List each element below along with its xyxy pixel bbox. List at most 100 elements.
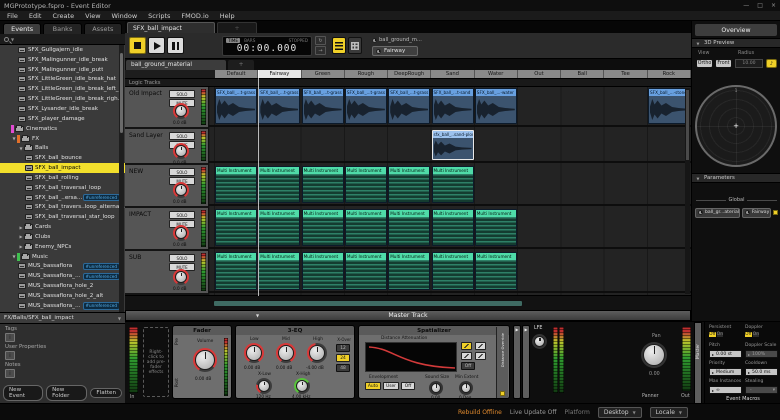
follow-icon[interactable]: → [315, 46, 326, 55]
atten-shape-3-icon[interactable] [461, 352, 472, 360]
parameter-name-chip[interactable]: ball_gr...aterial [695, 208, 740, 218]
tracks-horizontal-scrollbar[interactable] [125, 295, 691, 310]
new-folder-button[interactable]: New Folder [46, 385, 87, 401]
pause-button[interactable] [167, 37, 184, 54]
post-tab[interactable]: Post [175, 378, 180, 387]
radius-field[interactable]: 10.00 [735, 59, 763, 68]
tab-assets[interactable]: Assets [84, 23, 122, 34]
doppler-on[interactable]: On [753, 332, 759, 337]
track-header-old-impact[interactable]: Old ImpactSOLOMUTE0.0 dB [125, 87, 209, 129]
build-status[interactable]: Rebuild Offline [458, 409, 502, 416]
clip-multi[interactable]: Multi Instrument [388, 166, 430, 203]
clip-multi[interactable]: Multi Instrument [475, 209, 517, 246]
menu-window[interactable]: Window [112, 12, 138, 20]
solo-button[interactable]: SOLO [169, 211, 195, 219]
solo-button[interactable]: SOLO [169, 132, 195, 140]
clip-multi[interactable]: Multi Instrument [302, 209, 344, 246]
tracks-vertical-scrollbar[interactable] [685, 88, 690, 294]
clip-multi[interactable]: Multi Instrument [302, 166, 344, 203]
new-event-button[interactable]: New Event [3, 385, 43, 401]
clip-multi[interactable]: Multi Instrument [345, 166, 387, 203]
folder-clubs[interactable]: ▶Clubs [0, 232, 125, 242]
volume-knob[interactable] [193, 348, 217, 372]
clip-multi[interactable]: Multi Instrument [258, 166, 300, 203]
menu-edit[interactable]: Edit [29, 12, 42, 20]
tab-event[interactable]: SFX_ball_impact [127, 22, 215, 33]
persistent-on[interactable]: On [717, 332, 723, 337]
track-header-sub[interactable]: SUBSOLOMUTE0.0 dB [125, 251, 209, 295]
column-rock[interactable]: Rock [648, 70, 691, 78]
event-sfx-littlegreen-idle-break-hat[interactable]: SFX_LittleGreen_idle_break_hat [0, 75, 125, 85]
envelopment-auto-button[interactable]: Auto [365, 382, 381, 390]
track-volume-knob[interactable] [173, 143, 189, 159]
event-sfx-ball-traversal-loop[interactable]: SFX_ball_traversal_loop [0, 183, 125, 193]
track-header-sand-layer[interactable]: Sand LayerSOLOMUTE0.0 dB [125, 129, 209, 165]
event-sfx-lysander-idle-break[interactable]: SFX_Lysander_idle_break [0, 104, 125, 114]
tab-parameter-sheet[interactable]: ball_ground_material [126, 60, 226, 70]
doppler-toggle[interactable]: OffOn [745, 332, 759, 337]
atten-off-button[interactable]: Off [461, 362, 475, 370]
console-view-button[interactable] [348, 37, 362, 54]
track-header-impact[interactable]: IMPACTSOLOMUTE0.0 dB [125, 208, 209, 251]
event-sfx-littlegreen-idle-break-left-foot[interactable]: SFX_LittleGreen_idle_break_left_foot [0, 84, 125, 94]
menu-scripts[interactable]: Scripts [148, 12, 170, 20]
lfe-knob[interactable] [532, 334, 547, 349]
clip-multi[interactable]: Multi Instrument [345, 252, 387, 290]
clip-multi[interactable]: Multi Instrument [215, 209, 257, 246]
clip-multi[interactable]: Multi Instrument [215, 166, 257, 203]
tree-scrollbar[interactable] [119, 45, 124, 312]
collapsed-effect-2[interactable]: ▶ [522, 325, 530, 399]
event-sfx-player-damage[interactable]: SFX_player_damage [0, 114, 125, 124]
eq-low-knob[interactable] [244, 343, 264, 363]
xover-48-button[interactable]: 48 [336, 364, 350, 372]
event-mus-bassaflora-hole-1[interactable]: MUS_bassaflora_hole_1#unreferenced [0, 271, 125, 281]
playhead-cursor[interactable] [258, 70, 259, 296]
fader-module[interactable]: Fader Pre Post Volume 0.00 dB [172, 325, 232, 399]
master-track-bar[interactable]: ▼ Master Track [125, 310, 691, 321]
eq-xlow-knob[interactable] [256, 378, 272, 394]
event-sfx-ball-travers-loop-alternative[interactable]: SFX_ball_travers..loop_alternative [0, 203, 125, 213]
tab-overview[interactable]: Overview [695, 24, 777, 36]
collapsed-effect-1[interactable]: ▶ [513, 325, 521, 399]
add-sheet-tab[interactable]: + [228, 60, 254, 70]
folder-cards[interactable]: ▶Cards [0, 222, 125, 232]
track-volume-knob[interactable] [173, 182, 189, 198]
folder-fx[interactable]: ▼FX [0, 134, 125, 144]
clip-multi[interactable]: Multi Instrument [258, 209, 300, 246]
loop-icon[interactable]: ↻ [315, 36, 326, 45]
clip-multi[interactable]: Multi Instrument [432, 252, 474, 290]
clip-multi[interactable]: Multi Instrument [215, 252, 257, 290]
section-field[interactable]: i [5, 333, 15, 342]
eq-xhigh-knob[interactable] [294, 378, 310, 394]
envelopment-user-button[interactable]: User [383, 382, 399, 390]
pre-tab[interactable]: Pre [175, 338, 180, 345]
column-deeprough[interactable]: DeepRough [388, 70, 431, 78]
preview-section-header[interactable]: ▼ 3D Preview [692, 38, 780, 48]
clip-audio[interactable]: SFX_ball_...t-grass [302, 88, 344, 124]
max_instances-field[interactable]: ▸∞ [709, 386, 742, 394]
event-sfx-gullgajern-idle[interactable]: SFX_Gullgajern_idle [0, 45, 125, 55]
play-button[interactable] [148, 37, 165, 54]
persistent-off[interactable]: Off [709, 332, 716, 337]
track-volume-knob[interactable] [173, 103, 189, 119]
clip-multi[interactable]: Multi Instrument [258, 252, 300, 290]
tracks-view-button[interactable] [332, 37, 346, 54]
section-field[interactable]: i [5, 351, 15, 360]
flatten-button[interactable]: Flatten [90, 388, 122, 398]
xover-24-button[interactable]: 24 [336, 354, 350, 362]
xover-12-button[interactable]: 12 [336, 344, 350, 352]
envelopment-off-button[interactable]: Off [401, 382, 415, 390]
track-header-new[interactable]: NEWSOLOMUTE0.0 dB [125, 165, 209, 208]
platform-select[interactable]: Desktop▼ [598, 407, 642, 418]
tab-banks[interactable]: Banks [43, 23, 81, 34]
sound-size-knob[interactable] [429, 381, 443, 395]
distance-override-strip[interactable]: Distance Override [496, 327, 508, 398]
atten-shape-2-icon[interactable] [475, 342, 486, 350]
clip-audio[interactable]: SFX_ball_...-stone [648, 88, 690, 124]
column-green[interactable]: Green [302, 70, 345, 78]
clip-multi[interactable]: Multi Instrument [388, 209, 430, 246]
tab-new[interactable]: + [217, 22, 257, 33]
eq-high-knob[interactable] [307, 343, 327, 363]
clip-audio[interactable]: SFX_ball_...t-grass [215, 88, 257, 124]
doppler_scale-field[interactable]: ▸100% [745, 350, 778, 358]
